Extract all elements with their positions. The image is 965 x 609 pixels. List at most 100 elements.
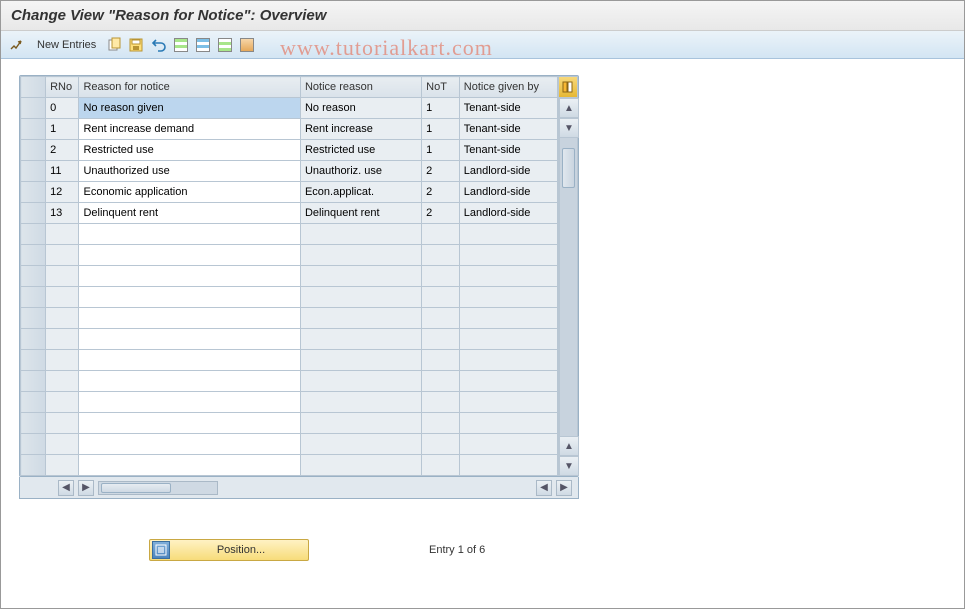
- cell-reason[interactable]: No reason given: [79, 98, 300, 119]
- cell-reason[interactable]: [79, 245, 300, 266]
- cell-reason[interactable]: [79, 371, 300, 392]
- cell-notice-reason[interactable]: [300, 434, 421, 455]
- transport-icon[interactable]: [238, 36, 256, 54]
- scroll-left-icon[interactable]: ◀: [58, 480, 74, 496]
- cell-not[interactable]: 2: [422, 182, 460, 203]
- cell-notice-reason[interactable]: [300, 371, 421, 392]
- cell-reason[interactable]: [79, 329, 300, 350]
- hscroll-track-left[interactable]: [98, 481, 218, 495]
- column-header-rno[interactable]: RNo: [46, 77, 79, 98]
- column-header-given-by[interactable]: Notice given by: [459, 77, 557, 98]
- cell-notice-reason[interactable]: Econ.applicat.: [300, 182, 421, 203]
- cell-rno[interactable]: 13: [46, 203, 79, 224]
- cell-reason[interactable]: Unauthorized use: [79, 161, 300, 182]
- cell-rno[interactable]: 2: [46, 140, 79, 161]
- cell-notice-reason[interactable]: [300, 266, 421, 287]
- cell-reason[interactable]: Rent increase demand: [79, 119, 300, 140]
- column-header-not[interactable]: NoT: [422, 77, 460, 98]
- row-handle[interactable]: [21, 392, 46, 413]
- new-entries-button[interactable]: New Entries: [31, 39, 102, 51]
- cell-notice-reason[interactable]: [300, 350, 421, 371]
- row-handle[interactable]: [21, 350, 46, 371]
- cell-rno[interactable]: [46, 308, 79, 329]
- row-handle[interactable]: [21, 98, 46, 119]
- deselect-all-icon[interactable]: [216, 36, 234, 54]
- row-handle[interactable]: [21, 308, 46, 329]
- cell-given-by[interactable]: [459, 224, 557, 245]
- cell-given-by[interactable]: Landlord-side: [459, 182, 557, 203]
- cell-reason[interactable]: Economic application: [79, 182, 300, 203]
- column-right-icon[interactable]: ▶: [556, 480, 572, 496]
- cell-given-by[interactable]: [459, 266, 557, 287]
- row-handle[interactable]: [21, 182, 46, 203]
- scroll-down-icon[interactable]: ▼: [559, 456, 579, 476]
- row-handle[interactable]: [21, 287, 46, 308]
- cell-reason[interactable]: [79, 224, 300, 245]
- cell-given-by[interactable]: [459, 308, 557, 329]
- cell-given-by[interactable]: Tenant-side: [459, 140, 557, 161]
- cell-given-by[interactable]: Tenant-side: [459, 119, 557, 140]
- cell-given-by[interactable]: [459, 350, 557, 371]
- cell-rno[interactable]: [46, 392, 79, 413]
- cell-reason[interactable]: Delinquent rent: [79, 203, 300, 224]
- cell-notice-reason[interactable]: [300, 392, 421, 413]
- cell-not[interactable]: [422, 287, 460, 308]
- cell-not[interactable]: [422, 245, 460, 266]
- cell-rno[interactable]: 12: [46, 182, 79, 203]
- row-handle-header[interactable]: [21, 77, 46, 98]
- cell-rno[interactable]: [46, 434, 79, 455]
- page-down-icon[interactable]: ▲: [559, 436, 579, 456]
- cell-not[interactable]: [422, 371, 460, 392]
- column-header-notice-reason[interactable]: Notice reason: [300, 77, 421, 98]
- row-handle[interactable]: [21, 455, 46, 476]
- cell-reason[interactable]: [79, 266, 300, 287]
- row-handle[interactable]: [21, 371, 46, 392]
- cell-not[interactable]: [422, 434, 460, 455]
- cell-reason[interactable]: [79, 287, 300, 308]
- row-handle[interactable]: [21, 119, 46, 140]
- cell-given-by[interactable]: [459, 245, 557, 266]
- cell-notice-reason[interactable]: Rent increase: [300, 119, 421, 140]
- cell-notice-reason[interactable]: [300, 413, 421, 434]
- cell-not[interactable]: 1: [422, 119, 460, 140]
- cell-reason[interactable]: [79, 350, 300, 371]
- scroll-up-icon[interactable]: ▲: [559, 98, 579, 118]
- cell-notice-reason[interactable]: Delinquent rent: [300, 203, 421, 224]
- cell-not[interactable]: [422, 455, 460, 476]
- scroll-track[interactable]: [559, 138, 578, 436]
- cell-rno[interactable]: 1: [46, 119, 79, 140]
- column-left-icon[interactable]: ◀: [536, 480, 552, 496]
- cell-not[interactable]: [422, 266, 460, 287]
- cell-reason[interactable]: [79, 413, 300, 434]
- cell-not[interactable]: 1: [422, 140, 460, 161]
- cell-not[interactable]: [422, 224, 460, 245]
- row-handle[interactable]: [21, 266, 46, 287]
- cell-not[interactable]: [422, 329, 460, 350]
- horizontal-scrollbar[interactable]: ◀ ▶ ◀ ▶: [19, 477, 579, 499]
- cell-given-by[interactable]: [459, 287, 557, 308]
- row-handle[interactable]: [21, 245, 46, 266]
- cell-reason[interactable]: Restricted use: [79, 140, 300, 161]
- cell-rno[interactable]: [46, 455, 79, 476]
- cell-not[interactable]: [422, 308, 460, 329]
- save-icon[interactable]: [128, 36, 146, 54]
- cell-notice-reason[interactable]: [300, 329, 421, 350]
- row-handle[interactable]: [21, 224, 46, 245]
- cell-given-by[interactable]: [459, 392, 557, 413]
- cell-notice-reason[interactable]: [300, 224, 421, 245]
- select-block-icon[interactable]: [194, 36, 212, 54]
- cell-given-by[interactable]: [459, 371, 557, 392]
- select-all-icon[interactable]: [172, 36, 190, 54]
- cell-given-by[interactable]: [459, 413, 557, 434]
- row-handle[interactable]: [21, 161, 46, 182]
- row-handle[interactable]: [21, 203, 46, 224]
- undo-icon[interactable]: [150, 36, 168, 54]
- cell-notice-reason[interactable]: Unauthoriz. use: [300, 161, 421, 182]
- row-handle[interactable]: [21, 329, 46, 350]
- cell-rno[interactable]: [46, 224, 79, 245]
- cell-not[interactable]: 2: [422, 161, 460, 182]
- cell-notice-reason[interactable]: [300, 455, 421, 476]
- cell-not[interactable]: 2: [422, 203, 460, 224]
- cell-reason[interactable]: [79, 392, 300, 413]
- cell-not[interactable]: [422, 392, 460, 413]
